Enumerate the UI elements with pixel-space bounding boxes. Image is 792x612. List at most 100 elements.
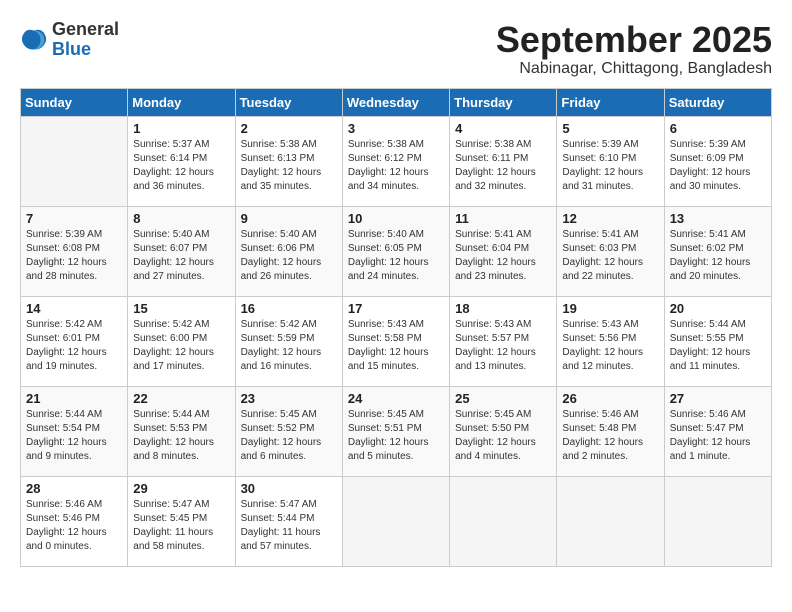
calendar-cell: 23 Sunrise: 5:45 AM Sunset: 5:52 PM Dayli…	[235, 386, 342, 476]
weekday-header-friday: Friday	[557, 88, 664, 116]
calendar-cell: 19 Sunrise: 5:43 AM Sunset: 5:56 PM Dayli…	[557, 296, 664, 386]
calendar-week-row: 14 Sunrise: 5:42 AM Sunset: 6:01 PM Dayli…	[21, 296, 772, 386]
calendar-cell: 8Sunrise: 5:40 AM Sunset: 6:07 PM Daylig…	[128, 206, 235, 296]
calendar-cell: 30 Sunrise: 5:47 AM Sunset: 5:44 PM Dayli…	[235, 476, 342, 566]
cell-content: Sunrise: 5:40 AM Sunset: 6:06 PM Dayligh…	[241, 228, 337, 284]
calendar-cell: 7 Sunrise: 5:39 AM Sunset: 6:08 PM Daylig…	[21, 206, 128, 296]
weekday-header-row: SundayMondayTuesdayWednesdayThursdayFrid…	[21, 88, 772, 116]
day-number: 9	[241, 211, 337, 226]
calendar-cell: 2 Sunrise: 5:38 AM Sunset: 6:13 PM Daylig…	[235, 116, 342, 206]
calendar-cell: 13Sunrise: 5:41 AM Sunset: 6:02 PM Dayli…	[664, 206, 771, 296]
day-number: 30	[241, 481, 337, 496]
calendar-week-row: 1Sunrise: 5:37 AM Sunset: 6:14 PM Daylig…	[21, 116, 772, 206]
day-number: 5	[562, 121, 658, 136]
calendar-cell: 14 Sunrise: 5:42 AM Sunset: 6:01 PM Dayli…	[21, 296, 128, 386]
calendar-cell: 25 Sunrise: 5:45 AM Sunset: 5:50 PM Dayli…	[450, 386, 557, 476]
calendar-cell: 27 Sunrise: 5:46 AM Sunset: 5:47 PM Dayli…	[664, 386, 771, 476]
calendar-week-row: 7 Sunrise: 5:39 AM Sunset: 6:08 PM Daylig…	[21, 206, 772, 296]
calendar-cell: 17 Sunrise: 5:43 AM Sunset: 5:58 PM Dayli…	[342, 296, 449, 386]
day-number: 24	[348, 391, 444, 406]
logo-icon	[20, 26, 48, 54]
cell-content: Sunrise: 5:42 AM Sunset: 6:00 PM Dayligh…	[133, 318, 229, 374]
weekday-header-sunday: Sunday	[21, 88, 128, 116]
cell-content: Sunrise: 5:44 AM Sunset: 5:53 PM Dayligh…	[133, 408, 229, 464]
day-number: 3	[348, 121, 444, 136]
weekday-header-thursday: Thursday	[450, 88, 557, 116]
day-number: 16	[241, 301, 337, 316]
cell-content: Sunrise: 5:39 AM Sunset: 6:08 PM Dayligh…	[26, 228, 122, 284]
cell-content: Sunrise: 5:43 AM Sunset: 5:57 PM Dayligh…	[455, 318, 551, 374]
logo-blue-text: Blue	[52, 39, 91, 59]
title-block: September 2025 Nabinagar, Chittagong, Ba…	[496, 20, 772, 78]
cell-content: Sunrise: 5:43 AM Sunset: 5:56 PM Dayligh…	[562, 318, 658, 374]
day-number: 1	[133, 121, 229, 136]
day-number: 23	[241, 391, 337, 406]
day-number: 21	[26, 391, 122, 406]
location-title: Nabinagar, Chittagong, Bangladesh	[496, 60, 772, 78]
cell-content: Sunrise: 5:41 AM Sunset: 6:02 PM Dayligh…	[670, 228, 766, 284]
weekday-header-monday: Monday	[128, 88, 235, 116]
cell-content: Sunrise: 5:38 AM Sunset: 6:11 PM Dayligh…	[455, 138, 551, 194]
cell-content: Sunrise: 5:39 AM Sunset: 6:09 PM Dayligh…	[670, 138, 766, 194]
day-number: 25	[455, 391, 551, 406]
logo-general-text: General	[52, 19, 119, 39]
day-number: 2	[241, 121, 337, 136]
day-number: 19	[562, 301, 658, 316]
calendar-table: SundayMondayTuesdayWednesdayThursdayFrid…	[20, 88, 772, 567]
cell-content: Sunrise: 5:45 AM Sunset: 5:52 PM Dayligh…	[241, 408, 337, 464]
page-header: General Blue September 2025 Nabinagar, C…	[20, 20, 772, 78]
cell-content: Sunrise: 5:38 AM Sunset: 6:13 PM Dayligh…	[241, 138, 337, 194]
day-number: 8	[133, 211, 229, 226]
day-number: 10	[348, 211, 444, 226]
day-number: 22	[133, 391, 229, 406]
calendar-cell: 29 Sunrise: 5:47 AM Sunset: 5:45 PM Dayli…	[128, 476, 235, 566]
day-number: 28	[26, 481, 122, 496]
logo: General Blue	[20, 20, 119, 60]
weekday-header-saturday: Saturday	[664, 88, 771, 116]
cell-content: Sunrise: 5:42 AM Sunset: 6:01 PM Dayligh…	[26, 318, 122, 374]
day-number: 17	[348, 301, 444, 316]
calendar-cell: 22 Sunrise: 5:44 AM Sunset: 5:53 PM Dayli…	[128, 386, 235, 476]
day-number: 14	[26, 301, 122, 316]
cell-content: Sunrise: 5:47 AM Sunset: 5:45 PM Dayligh…	[133, 498, 229, 554]
cell-content: Sunrise: 5:44 AM Sunset: 5:54 PM Dayligh…	[26, 408, 122, 464]
cell-content: Sunrise: 5:43 AM Sunset: 5:58 PM Dayligh…	[348, 318, 444, 374]
calendar-cell: 18 Sunrise: 5:43 AM Sunset: 5:57 PM Dayli…	[450, 296, 557, 386]
cell-content: Sunrise: 5:46 AM Sunset: 5:47 PM Dayligh…	[670, 408, 766, 464]
calendar-cell: 3 Sunrise: 5:38 AM Sunset: 6:12 PM Daylig…	[342, 116, 449, 206]
cell-content: Sunrise: 5:46 AM Sunset: 5:48 PM Dayligh…	[562, 408, 658, 464]
cell-content: Sunrise: 5:38 AM Sunset: 6:12 PM Dayligh…	[348, 138, 444, 194]
cell-content: Sunrise: 5:40 AM Sunset: 6:05 PM Dayligh…	[348, 228, 444, 284]
calendar-cell: 28 Sunrise: 5:46 AM Sunset: 5:46 PM Dayli…	[21, 476, 128, 566]
day-number: 11	[455, 211, 551, 226]
calendar-cell: 16 Sunrise: 5:42 AM Sunset: 5:59 PM Dayli…	[235, 296, 342, 386]
calendar-cell	[450, 476, 557, 566]
day-number: 29	[133, 481, 229, 496]
cell-content: Sunrise: 5:45 AM Sunset: 5:50 PM Dayligh…	[455, 408, 551, 464]
day-number: 20	[670, 301, 766, 316]
cell-content: Sunrise: 5:41 AM Sunset: 6:04 PM Dayligh…	[455, 228, 551, 284]
cell-content: Sunrise: 5:45 AM Sunset: 5:51 PM Dayligh…	[348, 408, 444, 464]
cell-content: Sunrise: 5:39 AM Sunset: 6:10 PM Dayligh…	[562, 138, 658, 194]
calendar-cell: 5 Sunrise: 5:39 AM Sunset: 6:10 PM Daylig…	[557, 116, 664, 206]
calendar-cell: 26 Sunrise: 5:46 AM Sunset: 5:48 PM Dayli…	[557, 386, 664, 476]
cell-content: Sunrise: 5:47 AM Sunset: 5:44 PM Dayligh…	[241, 498, 337, 554]
cell-content: Sunrise: 5:46 AM Sunset: 5:46 PM Dayligh…	[26, 498, 122, 554]
day-number: 26	[562, 391, 658, 406]
calendar-cell: 6 Sunrise: 5:39 AM Sunset: 6:09 PM Daylig…	[664, 116, 771, 206]
day-number: 15	[133, 301, 229, 316]
calendar-cell: 12 Sunrise: 5:41 AM Sunset: 6:03 PM Dayli…	[557, 206, 664, 296]
day-number: 18	[455, 301, 551, 316]
calendar-cell: 21 Sunrise: 5:44 AM Sunset: 5:54 PM Dayli…	[21, 386, 128, 476]
calendar-cell: 15 Sunrise: 5:42 AM Sunset: 6:00 PM Dayli…	[128, 296, 235, 386]
cell-content: Sunrise: 5:44 AM Sunset: 5:55 PM Dayligh…	[670, 318, 766, 374]
day-number: 12	[562, 211, 658, 226]
day-number: 27	[670, 391, 766, 406]
cell-content: Sunrise: 5:41 AM Sunset: 6:03 PM Dayligh…	[562, 228, 658, 284]
day-number: 6	[670, 121, 766, 136]
cell-content: Sunrise: 5:42 AM Sunset: 5:59 PM Dayligh…	[241, 318, 337, 374]
day-number: 7	[26, 211, 122, 226]
calendar-week-row: 28 Sunrise: 5:46 AM Sunset: 5:46 PM Dayli…	[21, 476, 772, 566]
calendar-cell: 4Sunrise: 5:38 AM Sunset: 6:11 PM Daylig…	[450, 116, 557, 206]
calendar-cell	[342, 476, 449, 566]
